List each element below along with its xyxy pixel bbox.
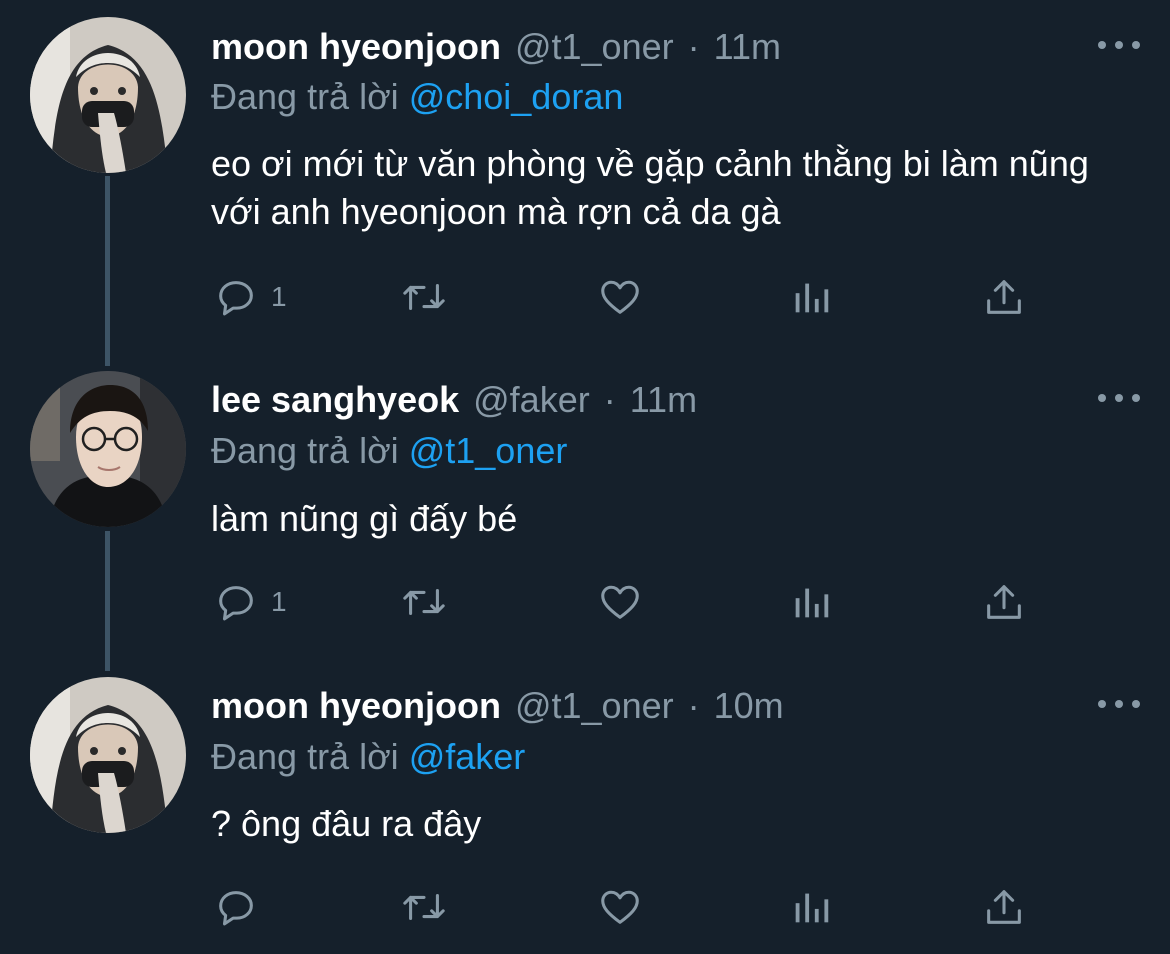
reply-button[interactable]: [213, 882, 271, 932]
retweet-button[interactable]: [399, 272, 449, 322]
meta-separator: ·: [687, 685, 700, 726]
retweet-icon: [403, 893, 445, 921]
meta-separator: ·: [687, 26, 700, 67]
bar-chart-icon: [795, 893, 829, 923]
speech-bubble-icon: [219, 586, 253, 621]
display-name[interactable]: moon hyeonjoon: [211, 683, 501, 729]
tweet[interactable]: moon hyeonjoon @t1_oner · 10m Đang trả l…: [0, 660, 1170, 954]
tweet[interactable]: lee sanghyeok @faker · 11m Đang trả lời …: [0, 355, 1170, 655]
avatar[interactable]: [30, 17, 186, 173]
heart-icon: [601, 280, 639, 314]
replying-to-handle[interactable]: @faker: [409, 736, 526, 777]
like-button[interactable]: [597, 272, 643, 322]
username-handle[interactable]: @t1_oner: [515, 683, 674, 729]
retweet-icon: [403, 283, 445, 311]
like-button[interactable]: [597, 882, 643, 932]
speech-bubble-icon: [219, 891, 253, 926]
replying-to: Đang trả lời @faker: [211, 734, 525, 780]
user-avatar-hooded-mask-icon: [30, 17, 186, 173]
avatar[interactable]: [30, 677, 186, 833]
share-upload-icon: [987, 280, 1021, 314]
tweet-actions: 1: [211, 272, 1041, 322]
display-name[interactable]: lee sanghyeok: [211, 377, 459, 423]
replying-to: Đang trả lời @t1_oner: [211, 428, 567, 474]
share-button[interactable]: [981, 577, 1027, 627]
reply-button[interactable]: 1: [213, 577, 287, 627]
share-button[interactable]: [981, 882, 1027, 932]
tweet-text: làm nũng gì đấy bé: [211, 498, 518, 539]
replying-to-label: Đang trả lời: [211, 76, 399, 117]
avatar[interactable]: [30, 371, 186, 527]
more-dots-icon[interactable]: [1098, 693, 1140, 715]
like-button[interactable]: [597, 577, 643, 627]
reply-button[interactable]: 1: [213, 272, 287, 322]
meta-separator: ·: [603, 379, 616, 420]
bar-chart-icon: [795, 588, 829, 618]
retweet-icon: [403, 588, 445, 616]
tweet-thread: moon hyeonjoon @t1_oner · 11m Đang trả l…: [0, 0, 1170, 954]
reply-count: 1: [271, 281, 287, 312]
tweet[interactable]: moon hyeonjoon @t1_oner · 11m Đang trả l…: [0, 0, 1170, 340]
tweet-header: moon hyeonjoon @t1_oner · 11m: [211, 24, 781, 70]
tweet-text: ? ông đâu ra đây: [211, 803, 482, 844]
speech-bubble-icon: [219, 281, 253, 316]
views-button[interactable]: [791, 272, 831, 322]
share-upload-icon: [987, 585, 1021, 619]
user-avatar-hooded-mask-icon: [30, 677, 186, 833]
share-upload-icon: [987, 890, 1021, 924]
retweet-button[interactable]: [399, 882, 449, 932]
replying-to: Đang trả lời @choi_doran: [211, 74, 623, 120]
more-dots-icon[interactable]: [1098, 387, 1140, 409]
replying-to-handle[interactable]: @choi_doran: [409, 76, 624, 117]
replying-to-label: Đang trả lời: [211, 430, 399, 471]
share-button[interactable]: [981, 272, 1027, 322]
display-name[interactable]: moon hyeonjoon: [211, 24, 501, 70]
heart-icon: [601, 890, 639, 924]
tweet-text: eo ơi mới từ văn phòng về gặp cảnh thằng…: [211, 143, 1089, 232]
timestamp[interactable]: 11m: [714, 24, 781, 70]
username-handle[interactable]: @t1_oner: [515, 24, 674, 70]
replying-to-handle[interactable]: @t1_oner: [409, 430, 568, 471]
timestamp[interactable]: 11m: [630, 377, 697, 423]
timestamp[interactable]: 10m: [714, 683, 784, 729]
tweet-actions: [211, 882, 1041, 932]
views-button[interactable]: [791, 577, 831, 627]
replying-to-label: Đang trả lời: [211, 736, 399, 777]
reply-count: 1: [271, 586, 287, 617]
user-avatar-glasses-icon: [30, 371, 186, 527]
tweet-actions: 1: [211, 577, 1041, 627]
retweet-button[interactable]: [399, 577, 449, 627]
views-button[interactable]: [791, 882, 831, 932]
heart-icon: [601, 585, 639, 619]
tweet-header: moon hyeonjoon @t1_oner · 10m: [211, 683, 784, 729]
tweet-header: lee sanghyeok @faker · 11m: [211, 377, 697, 423]
more-dots-icon[interactable]: [1098, 34, 1140, 56]
bar-chart-icon: [795, 283, 829, 313]
username-handle[interactable]: @faker: [473, 377, 590, 423]
